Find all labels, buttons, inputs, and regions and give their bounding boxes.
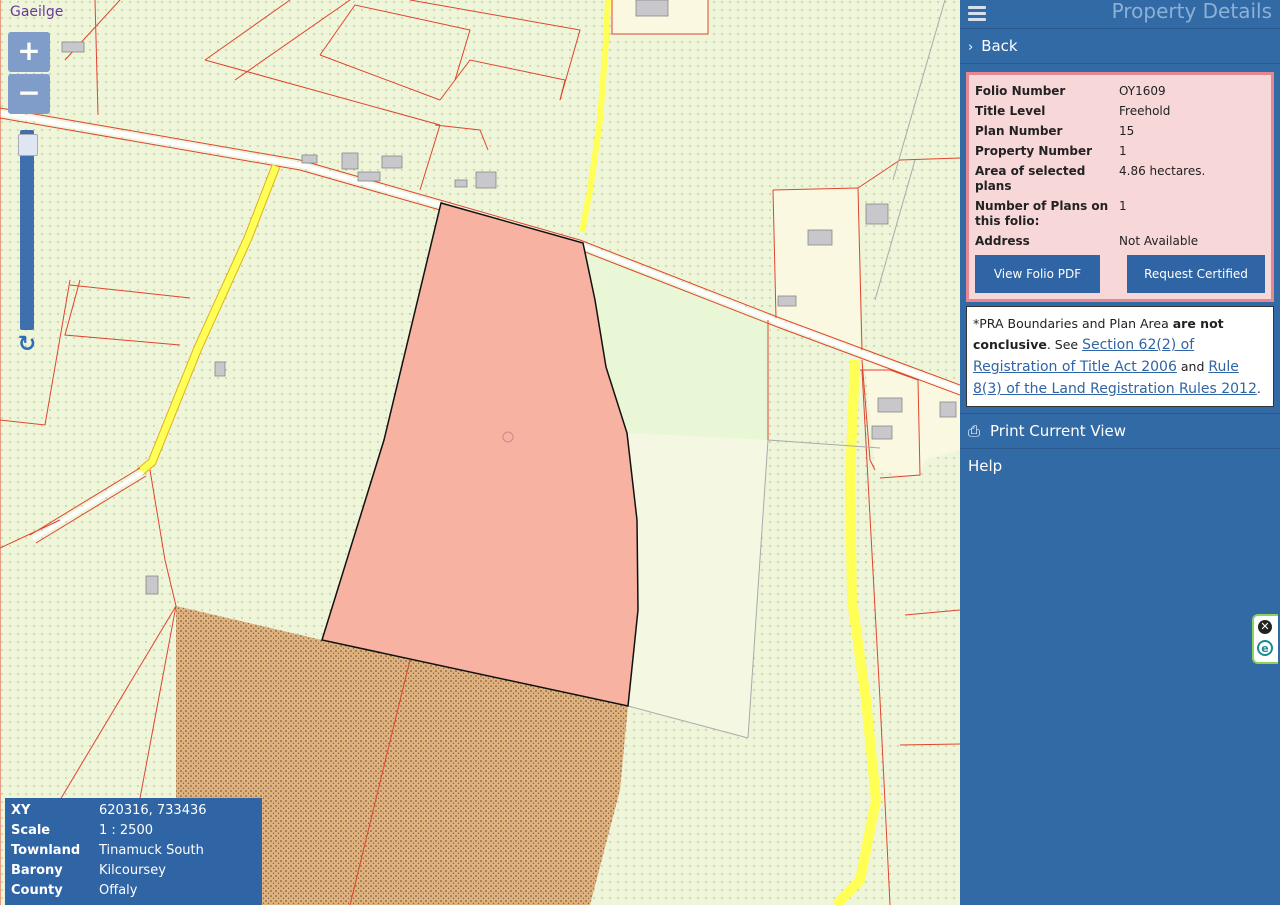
disclaimer-end: . (1256, 381, 1261, 396)
detail-label: Number of Plans on this folio: (975, 199, 1109, 228)
info-row-townland: Townland Tinamuck South (9, 840, 209, 860)
help-button[interactable]: Help (960, 449, 1280, 483)
location-info-table: XY 620316, 733436 Scale 1 : 2500 Townlan… (9, 800, 209, 900)
hamburger-menu-icon[interactable] (968, 3, 986, 24)
detail-value: 15 (1119, 124, 1135, 138)
location-info-box: XY 620316, 733436 Scale 1 : 2500 Townlan… (5, 798, 262, 905)
info-value: 1 : 2500 (99, 822, 153, 838)
info-row-xy: XY 620316, 733436 (9, 800, 209, 820)
detail-row-address: Address Not Available (975, 231, 1265, 251)
detail-row-property-number: Property Number 1 (975, 141, 1265, 161)
side-widget-tab[interactable]: ✕ e (1252, 614, 1278, 664)
detail-value: OY1609 (1119, 84, 1166, 98)
refresh-icon[interactable]: ↻ (14, 332, 40, 358)
info-value: 620316, 733436 (99, 802, 207, 818)
chevron-right-icon: › (968, 40, 974, 55)
back-label: Back (981, 37, 1018, 55)
detail-value: 4.86 hectares. (1119, 164, 1206, 178)
back-button[interactable]: › Back (960, 29, 1280, 64)
info-label: Townland (11, 842, 81, 858)
detail-row-number-of-plans: Number of Plans on this folio: 1 (975, 196, 1265, 231)
info-row-county: County Offaly (9, 880, 209, 900)
detail-value: 1 (1119, 144, 1127, 158)
detail-value: Freehold (1119, 104, 1171, 118)
print-label: Print Current View (990, 422, 1126, 440)
info-label: County (11, 882, 63, 898)
info-value: Tinamuck South (99, 842, 204, 858)
zoom-out-button[interactable]: − (8, 74, 50, 114)
view-folio-pdf-button[interactable]: View Folio PDF (975, 255, 1100, 293)
detail-label: Property Number (975, 144, 1093, 158)
panel-header: Property Details (960, 0, 1280, 29)
request-certified-copy-button[interactable]: Request Certified Copy (1127, 255, 1265, 319)
info-row-barony: Barony Kilcoursey (9, 860, 209, 880)
detail-row-area: Area of selected plans 4.86 hectares. (975, 161, 1265, 196)
info-label: Scale (11, 822, 51, 838)
detail-label: Address (975, 234, 1030, 248)
info-value: Kilcoursey (99, 862, 166, 878)
detail-label: Title Level (975, 104, 1046, 118)
help-label: Help (968, 457, 1003, 475)
map-canvas[interactable]: Gaeilge + − ↻ XY 620316, 733436 Scale 1 … (0, 0, 960, 905)
map-layer[interactable] (0, 0, 960, 905)
panel-title: Property Details (1111, 0, 1272, 23)
disclaimer-prefix: *PRA Boundaries and Plan Area (973, 316, 1169, 331)
detail-value: 1 (1119, 199, 1127, 213)
disclaimer-box: *PRA Boundaries and Plan Area are not co… (966, 306, 1274, 407)
info-label: XY (11, 802, 31, 818)
detail-value: Not Available (1119, 234, 1199, 248)
disclaimer-and: and (1180, 359, 1205, 374)
detail-row-title-level: Title Level Freehold (975, 101, 1265, 121)
e-icon[interactable]: e (1257, 640, 1273, 656)
language-toggle-link[interactable]: Gaeilge (10, 4, 63, 20)
detail-label: Folio Number (975, 84, 1066, 98)
folio-details-card: Folio Number OY1609 Title Level Freehold… (966, 72, 1274, 319)
info-row-scale: Scale 1 : 2500 (9, 820, 209, 840)
detail-label: Plan Number (975, 124, 1063, 138)
card-buttons: View Folio PDF Request Certified Copy (975, 255, 1265, 319)
detail-row-plan-number: Plan Number 15 (975, 121, 1265, 141)
printer-icon: ⎙ (968, 422, 981, 440)
disclaimer-see: . See (1046, 337, 1079, 352)
zoom-slider-track[interactable] (20, 130, 34, 330)
info-label: Barony (11, 862, 63, 878)
field-lower-right (627, 433, 768, 738)
zoom-in-button[interactable]: + (8, 32, 50, 72)
property-details-panel: Property Details › Back Folio Number OY16… (960, 0, 1280, 905)
info-value: Offaly (99, 882, 138, 898)
print-current-view-button[interactable]: ⎙ Print Current View (960, 413, 1280, 449)
zoom-slider-handle[interactable] (18, 134, 38, 156)
close-icon[interactable]: ✕ (1258, 620, 1272, 634)
detail-label: Area of selected plans (975, 164, 1086, 193)
folio-details-table: Folio Number OY1609 Title Level Freehold… (975, 81, 1265, 251)
detail-row-folio-number: Folio Number OY1609 (975, 81, 1265, 101)
